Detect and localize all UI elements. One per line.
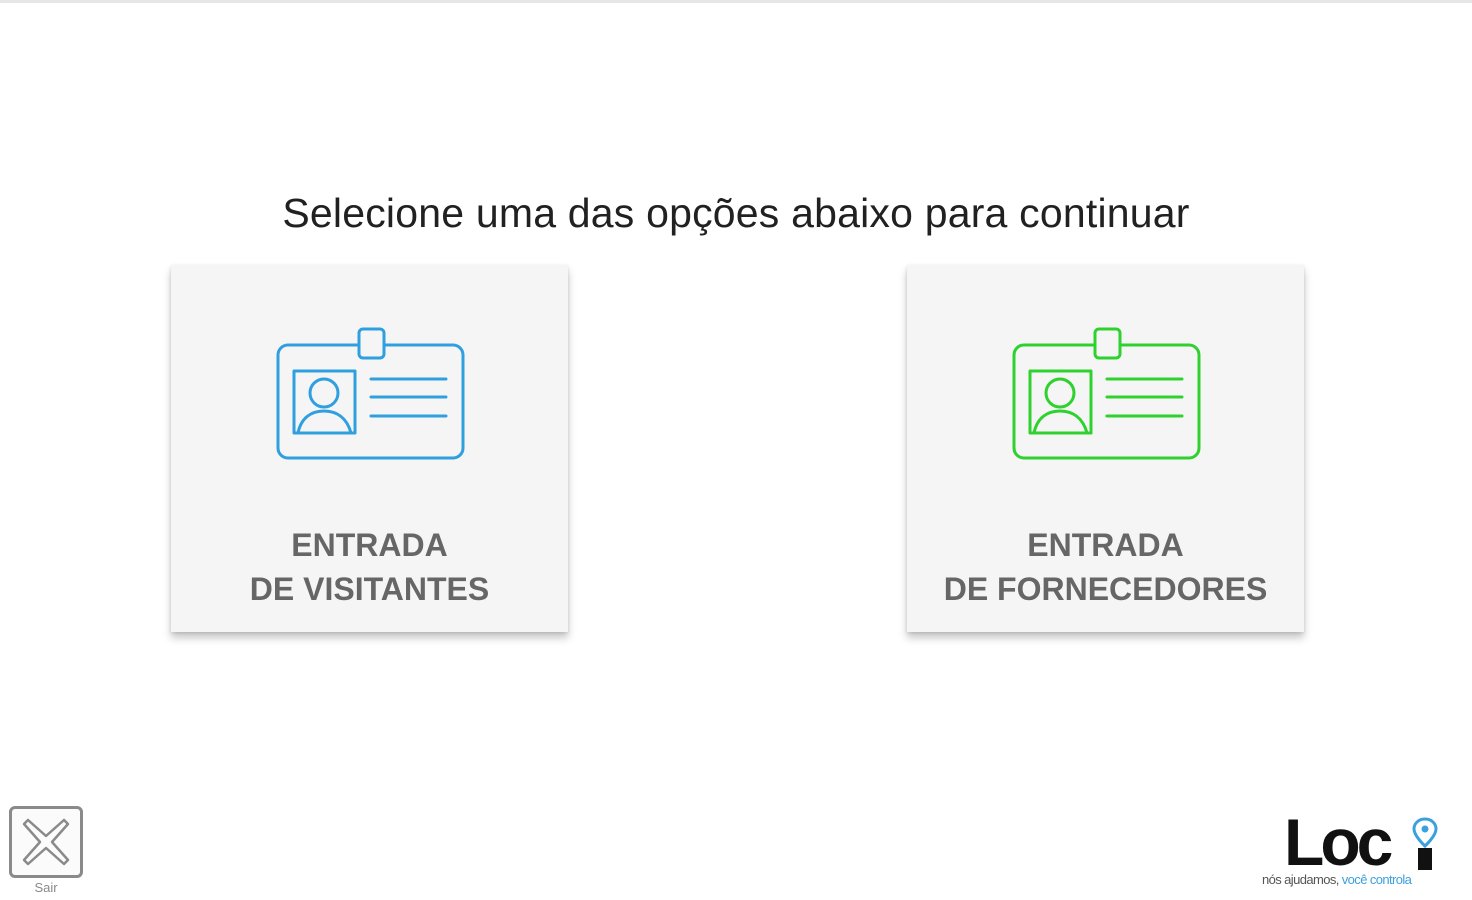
logo-wordmark: Loc [1284, 805, 1393, 879]
supplier-entry-button[interactable]: ENTRADA DE FORNECEDORES [907, 265, 1304, 632]
exit-button[interactable] [9, 806, 83, 878]
loci-logo: Loc nós ajudamos, você controla [1262, 808, 1462, 892]
close-icon [22, 818, 70, 866]
exit-label: Sair [34, 880, 58, 895]
id-badge-icon [1012, 327, 1201, 460]
page-prompt: Selecione uma das opções abaixo para con… [282, 190, 1190, 236]
logo-tagline: nós ajudamos, você controla [1262, 872, 1412, 887]
id-badge-icon [276, 327, 465, 460]
supplier-entry-label: ENTRADA DE FORNECEDORES [943, 527, 1268, 607]
visitor-entry-label: ENTRADA DE VISITANTES [249, 527, 490, 607]
location-pin-icon [1412, 817, 1438, 870]
visitor-entry-button[interactable]: ENTRADA DE VISITANTES [171, 265, 568, 632]
top-divider [0, 0, 1472, 3]
